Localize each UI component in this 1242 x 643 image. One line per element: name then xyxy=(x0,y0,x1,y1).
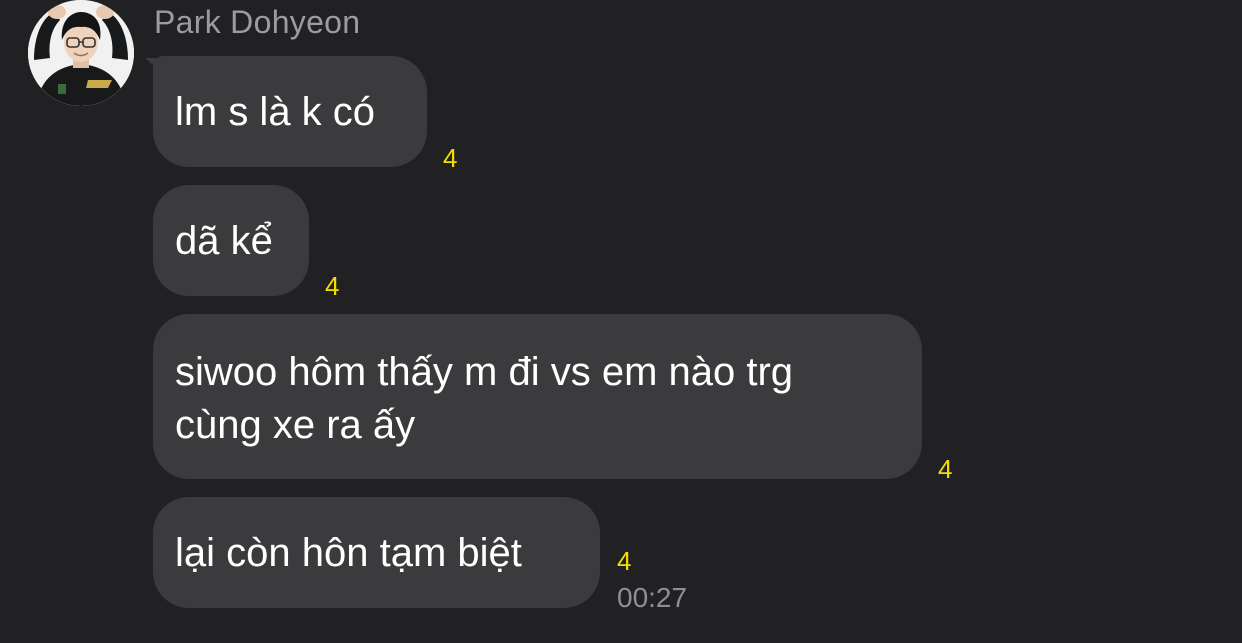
message-text-2: dã kể xyxy=(175,219,273,263)
unread-count-4: 4 xyxy=(617,546,632,576)
message-text-1: lm s là k có xyxy=(175,90,376,134)
message-text-3-line-2: cùng xe ra ấy xyxy=(175,403,416,447)
avatar-photo-icon xyxy=(28,0,134,106)
sender-name: Park Dohyeon xyxy=(154,4,361,40)
message-bubble-4[interactable]: lại còn hôn tạm biệt xyxy=(153,497,600,608)
message-timestamp: 00:27 xyxy=(617,582,688,613)
chat-thread: Park Dohyeon lm s là k có 4 dã kể 4 siwo… xyxy=(0,0,1242,643)
unread-count-1: 4 xyxy=(443,143,458,173)
message-bubble-1[interactable]: lm s là k có xyxy=(153,56,427,167)
message-text-4: lại còn hôn tạm biệt xyxy=(175,531,522,575)
message-text-3-line-1: siwoo hôm thấy m đi vs em nào trg xyxy=(175,350,794,394)
message-bubble-2[interactable]: dã kể xyxy=(153,185,309,296)
unread-count-3: 4 xyxy=(938,454,953,484)
message-bubble-3[interactable]: siwoo hôm thấy m đi vs em nào trg cùng x… xyxy=(153,314,922,479)
sender-avatar[interactable] xyxy=(28,0,134,106)
unread-count-2: 4 xyxy=(325,271,340,301)
